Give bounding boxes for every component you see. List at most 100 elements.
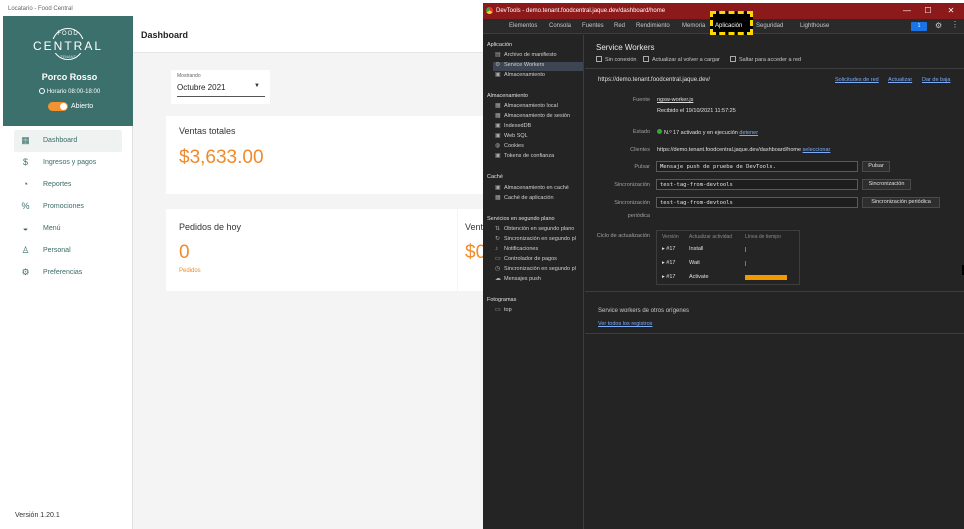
- timeline-tick: [745, 247, 746, 252]
- sidebar-item-label: Cookies: [504, 143, 524, 149]
- sidebar-item-bg-sync[interactable]: ↻ Sincronización en segundo pl: [493, 236, 583, 245]
- sidebar-item-cache-storage[interactable]: ▶▣Almacenamiento en caché: [493, 185, 583, 194]
- nav-item-promociones[interactable]: % Promociones: [14, 196, 122, 218]
- sidebar-item-label: Archivo de manifiesto: [504, 52, 557, 58]
- more-options-icon[interactable]: ⋮: [951, 20, 959, 29]
- sidebar-item-session-storage[interactable]: ▶▦Almacenamiento de sesión: [493, 113, 583, 122]
- sidebar-item-service-workers[interactable]: ⚙ Service Workers: [493, 62, 583, 71]
- sync-input[interactable]: test-tag-from-devtools: [656, 179, 858, 190]
- sidebar-item-storage[interactable]: ▣ Almacenamiento: [493, 72, 583, 81]
- cycle-activity: Wait: [689, 260, 700, 266]
- grid-icon: ▦: [495, 113, 501, 119]
- issues-badge[interactable]: 1: [911, 22, 927, 31]
- bypass-network-checkbox[interactable]: Saltar para acceder a red: [730, 56, 801, 63]
- tab-elementos[interactable]: Elementos: [509, 23, 537, 29]
- devtools-window: DevTools - demo.tenant.foodcentral.jaque…: [483, 3, 964, 529]
- sidebar-item-push-messaging[interactable]: ☁ Mensajes push: [493, 276, 583, 285]
- stop-link[interactable]: detener: [739, 130, 758, 136]
- nav-item-menu[interactable]: ◒ Menú: [14, 218, 122, 240]
- nav-label: Ingresos y pagos: [43, 159, 97, 166]
- sidebar-item-periodic-sync[interactable]: ◷ Sincronización en segundo pl: [493, 266, 583, 275]
- nav-item-preferencias[interactable]: ⚙ Preferencias: [14, 262, 122, 284]
- tab-seguridad[interactable]: Seguridad: [756, 23, 783, 29]
- nav-item-personal[interactable]: ♙ Personal: [14, 240, 122, 262]
- column-header: Actualizar actividad: [689, 234, 733, 240]
- divider: [585, 333, 964, 334]
- sync-label: Sincronización: [614, 182, 650, 188]
- cycle-version[interactable]: ▸ #17: [662, 260, 675, 266]
- update-cycle-label: Ciclo de actualización: [596, 233, 650, 239]
- file-icon: ▤: [495, 52, 501, 58]
- update-link[interactable]: Actualizar: [888, 77, 912, 83]
- unregister-link[interactable]: Dar de baja: [922, 77, 950, 83]
- database-icon: ▣: [495, 133, 501, 139]
- sidebar-item-payment-handler[interactable]: ▭ Controlador de pagos: [493, 256, 583, 265]
- tab-aplicacion[interactable]: Aplicación: [715, 23, 742, 29]
- orders-today-unit: Pedidos: [179, 268, 201, 274]
- sidebar-item-frame-top[interactable]: ▶▭top: [493, 307, 583, 316]
- periodic-sync-input[interactable]: test-tag-from-devtools: [656, 197, 858, 208]
- close-icon[interactable]: ✕: [943, 6, 959, 15]
- nav-item-ingresos[interactable]: $ Ingresos y pagos: [14, 152, 122, 174]
- month-select[interactable]: Mostrando Octubre 2021 ▼: [171, 70, 270, 104]
- clients-label: Clientes: [630, 147, 650, 153]
- sidebar-item-notifications[interactable]: ♪ Notificaciones: [493, 246, 583, 255]
- sidebar-item-local-storage[interactable]: ▶▦Almacenamiento local: [493, 103, 583, 112]
- sync-button[interactable]: Sincronización: [862, 179, 911, 190]
- cycle-activity: Activate: [689, 274, 709, 280]
- sidebar-item-app-cache[interactable]: ▦ Caché de aplicación: [493, 195, 583, 204]
- push-button[interactable]: Pulsar: [862, 161, 890, 172]
- network-requests-link[interactable]: Solicitudes de red: [835, 77, 879, 83]
- tab-consola[interactable]: Consola: [549, 23, 571, 29]
- gear-icon: ⚙: [21, 267, 30, 277]
- maximize-icon[interactable]: ☐: [920, 6, 936, 15]
- push-input[interactable]: Mensaje push de prueba de DevTools.: [656, 161, 858, 172]
- tab-red[interactable]: Red: [614, 23, 625, 29]
- periodic-sync-button[interactable]: Sincronización periódica: [862, 197, 940, 208]
- page-title: Dashboard: [141, 30, 189, 40]
- sidebar-item-trust-tokens[interactable]: ▣ Tokens de confianza: [493, 153, 583, 162]
- see-all-registrations-link[interactable]: Ver todos los registros: [598, 321, 652, 327]
- sidebar-item-label: Web SQL: [504, 133, 528, 139]
- minimize-icon[interactable]: —: [899, 6, 915, 15]
- update-on-reload-checkbox[interactable]: Actualizar al volver a cargar: [643, 56, 720, 63]
- toggle-knob: [60, 103, 67, 110]
- select-client-link[interactable]: seleccionar: [803, 147, 831, 153]
- clients-value: https://demo.tenant.foodcentral.jaque.de…: [657, 147, 830, 153]
- open-toggle[interactable]: [48, 102, 68, 111]
- version-text: #17: [666, 260, 676, 266]
- cycle-version[interactable]: ▸ #17: [662, 246, 675, 252]
- sidebar-item-indexeddb[interactable]: ▶▣IndexedDB: [493, 123, 583, 132]
- schedule-text: Horario 08:00-18:00: [46, 89, 101, 95]
- tab-rendimiento[interactable]: Rendimiento: [636, 23, 670, 29]
- offline-checkbox[interactable]: Sin conexión: [596, 56, 637, 63]
- settings-gear-icon[interactable]: ⚙: [935, 21, 942, 30]
- cycle-version[interactable]: ▸ #17: [662, 274, 675, 280]
- tab-memoria[interactable]: Memoria: [682, 23, 705, 29]
- sidebar-item-label: Notificaciones: [504, 246, 539, 252]
- sidebar-item-manifest[interactable]: ▤ Archivo de manifiesto: [493, 52, 583, 61]
- month-select-value: Octubre 2021: [177, 83, 226, 92]
- version-text: #17: [666, 246, 676, 252]
- logo-central-text: CENTRAL: [28, 39, 108, 53]
- tab-fuentes[interactable]: Fuentes: [582, 23, 604, 29]
- sidebar-item-label: Almacenamiento local: [504, 103, 558, 109]
- sidebar-item-cookies[interactable]: ▶◍Cookies: [493, 143, 583, 152]
- nav-item-reportes[interactable]: ◔ Reportes: [14, 174, 122, 196]
- nav-item-dashboard[interactable]: ▦ Dashboard: [14, 130, 122, 152]
- tab-lighthouse[interactable]: Lighthouse: [800, 23, 829, 29]
- schedule: Horario 08:00-18:00: [3, 88, 136, 95]
- logo-food-text: FOOD: [57, 31, 79, 37]
- orders-today-value: 0: [179, 242, 190, 263]
- sidebar-item-label: Mensajes push: [504, 276, 541, 282]
- client-url: https://demo.tenant.foodcentral.jaque.de…: [657, 147, 802, 153]
- sidebar-section-aplicacion: Aplicación: [487, 42, 513, 48]
- select-underline: [177, 96, 265, 97]
- periodic-sync-label-2: periódica: [627, 213, 650, 219]
- source-file-link[interactable]: ngsw-worker.js: [657, 97, 693, 103]
- main-header: Dashboard: [133, 16, 484, 53]
- sidebar-item-bg-fetch[interactable]: ⇅ Obtención en segundo plano: [493, 226, 583, 235]
- bell-icon: ♪: [495, 246, 498, 252]
- dashboard-icon: ▦: [21, 135, 30, 145]
- sidebar-item-websql[interactable]: ▣ Web SQL: [493, 133, 583, 142]
